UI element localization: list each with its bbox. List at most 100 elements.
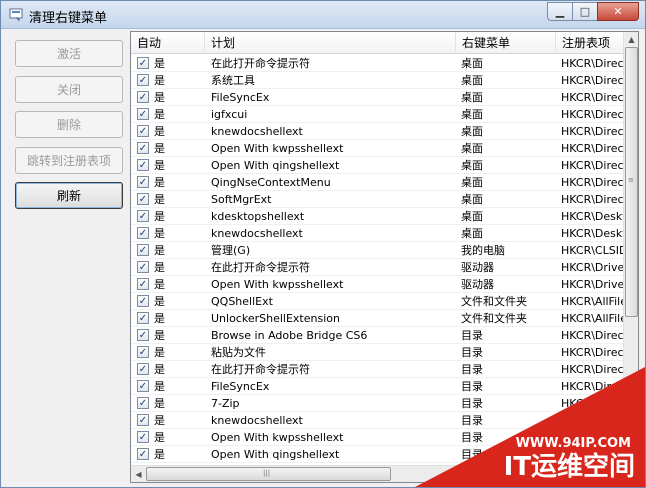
table-row[interactable]: ✓是knewdocshellext桌面HKCR\Directo [131,123,625,140]
checkbox[interactable]: ✓ [137,380,149,392]
table-row[interactable]: ✓是在此打开命令提示符桌面HKCR\Directo [131,55,625,72]
table-row[interactable]: ✓是 FileSyncEx桌面HKCR\Directo [131,89,625,106]
checkbox[interactable]: ✓ [137,278,149,290]
horizontal-scroll-thumb[interactable]: ||| [146,467,391,481]
context-menu-cell: 桌面 [461,125,483,138]
header-plan[interactable]: 计划 [205,32,456,54]
goto-registry-button[interactable]: 跳转到注册表项 [15,147,123,174]
auto-value: 是 [154,227,165,240]
table-row[interactable]: ✓ 是管理(G) 我的电脑 HKCR\CLSID [131,242,625,259]
checkbox[interactable]: ✓ [137,57,149,69]
registry-cell: HKCR\AllFiles [561,312,625,325]
context-menu-cell: 驱动器 [461,261,494,274]
checkbox[interactable]: ✓ [137,125,149,137]
table-row[interactable]: ✓是粘贴为文件目录HKCR\Directo [131,344,625,361]
table-row[interactable]: ✓是Open With qingshellext桌面HKCR\Directo [131,157,625,174]
registry-cell: HKCR\CLSID [561,244,625,257]
vertical-scroll-thumb[interactable]: ≡ [625,47,638,317]
auto-value: 是 [154,414,165,427]
close-button[interactable]: ✕ [597,2,639,21]
auto-value: 是 [154,210,165,223]
scroll-up-icon[interactable]: ▲ [624,32,638,47]
plan-cell: Browse in Adobe Bridge CS6 [211,329,368,342]
checkbox[interactable]: ✓ [137,91,149,103]
checkbox[interactable]: ✓ [137,193,149,205]
table-row[interactable]: ✓是knewdocshellext桌面HKCR\Deskto [131,225,625,242]
checkbox[interactable]: ✓ [137,414,149,426]
auto-cell: ✓ 是 [137,344,207,361]
auto-value: 是 [154,261,165,274]
header-context-menu[interactable]: 右键菜单 [456,32,556,54]
table-row[interactable]: ✓ 是 UnlockerShellExtension 文件和文件夹 HKCR\AllFi… [131,310,625,327]
checkbox[interactable]: ✓ [137,74,149,86]
auto-value: 是 [154,278,165,291]
checkbox[interactable]: ✓ [137,108,149,120]
checkbox[interactable]: ✓ [137,346,149,358]
table-row[interactable]: ✓是Open With kwpsshellext桌面HKCR\Directo [131,140,625,157]
checkbox[interactable]: ✓ [137,261,149,273]
auto-cell: ✓ 是 [137,259,207,276]
delete-button[interactable]: 删除 [15,111,123,138]
activate-button[interactable]: 激活 [15,40,123,67]
context-menu-cell: 文件和文件夹 [461,295,527,308]
table-row[interactable]: ✓是kdesktopshellext桌面HKCR\Deskto [131,208,625,225]
auto-value: 是 [154,108,165,121]
checkbox[interactable]: ✓ [137,363,149,375]
title-bar[interactable]: 清理右键菜单 ▁ □ ✕ [1,1,645,29]
table-row[interactable]: ✓是SoftMgrExt桌面HKCR\Directo [131,191,625,208]
minimize-button[interactable]: ▁ [547,2,573,21]
auto-cell: ✓ 是 [137,310,207,327]
table-row[interactable]: ✓ 是 Browse in Adobe Bridge CS6 目录 HKCR\Direc… [131,327,625,344]
auto-value: 是 [154,142,165,155]
checkbox[interactable]: ✓ [137,431,149,443]
plan-cell: Open With qingshellext [211,159,340,172]
plan-cell: knewdocshellext [211,125,303,138]
checkbox[interactable]: ✓ [137,295,149,307]
context-menu-cell: 驱动器 [461,278,494,291]
registry-cell: HKCR\AllFiles [561,295,625,308]
context-menu-cell: 桌面 [461,210,483,223]
refresh-button[interactable]: 刷新 [15,182,123,209]
auto-cell: ✓ 是 [137,174,207,191]
checkbox[interactable]: ✓ [137,244,149,256]
table-row[interactable]: ✓是QQShellExt文件和文件夹HKCR\AllFiles [131,293,625,310]
table-row[interactable]: ✓是QingNseContextMenu桌面HKCR\Directo [131,174,625,191]
auto-cell: ✓ 是 [137,361,207,378]
context-menu-cell: 桌面 [461,108,483,121]
auto-value: 是 [154,312,165,325]
table-row[interactable]: ✓ 是 Open With kwpsshellext 驱动器 HKCR\Drive\ [131,276,625,293]
header-auto[interactable]: 自动 [131,32,205,54]
close-item-button[interactable]: 关闭 [15,76,123,103]
plan-cell: 在此打开命令提示符 [211,57,310,70]
checkbox[interactable]: ✓ [137,312,149,324]
header-registry[interactable]: 注册表项 [556,32,625,54]
auto-cell: ✓ 是 [137,157,207,174]
checkbox[interactable]: ✓ [137,176,149,188]
auto-value: 是 [154,363,165,376]
auto-value: 是 [154,91,165,104]
auto-value: 是 [154,159,165,172]
auto-cell: ✓ 是 [137,72,207,89]
auto-value: 是 [154,380,165,393]
checkbox[interactable]: ✓ [137,397,149,409]
auto-value: 是 [154,431,165,444]
table-row[interactable]: ✓是系统工具桌面HKCR\Directo [131,72,625,89]
auto-cell: ✓ 是 [137,395,207,412]
auto-value: 是 [154,125,165,138]
checkbox[interactable]: ✓ [137,227,149,239]
auto-value: 是 [154,193,165,206]
maximize-icon: □ [579,5,591,18]
checkbox[interactable]: ✓ [137,142,149,154]
plan-cell: Open With kwpsshellext [211,142,344,155]
grip-icon: ≡ [628,176,634,184]
main-window: 清理右键菜单 ▁ □ ✕ 激活 关闭 删除 跳转到注册表项 刷新 自动 计划 右… [0,0,646,488]
maximize-button[interactable]: □ [572,2,598,21]
checkbox[interactable]: ✓ [137,159,149,171]
scroll-left-icon[interactable]: ◀ [131,467,146,482]
checkbox[interactable]: ✓ [137,329,149,341]
checkbox[interactable]: ✓ [137,448,149,460]
checkbox[interactable]: ✓ [137,210,149,222]
table-row[interactable]: ✓ 是在此打开命令提示符 驱动器 HKCR\Drive\ [131,259,625,276]
plan-cell: QingNseContextMenu [211,176,331,189]
table-row[interactable]: ✓是igfxcui桌面HKCR\Directo [131,106,625,123]
